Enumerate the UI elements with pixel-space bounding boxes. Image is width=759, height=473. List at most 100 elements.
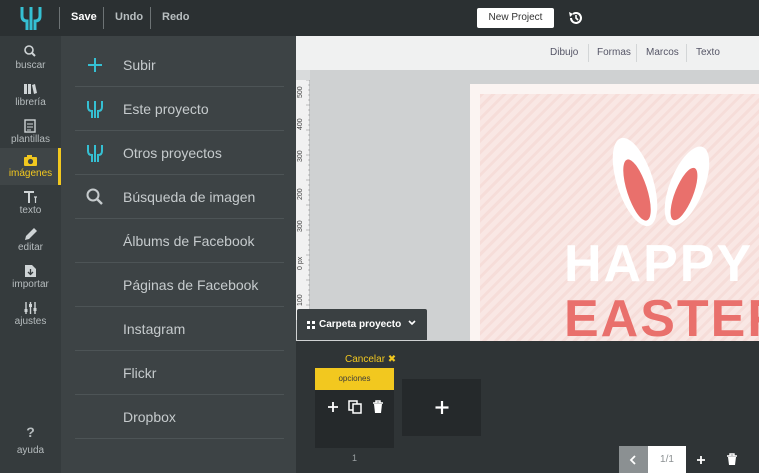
chevron-left-icon <box>629 455 636 465</box>
import-icon <box>25 265 36 277</box>
page-number: 1 <box>352 453 358 463</box>
source-label: Búsqueda de imagen <box>123 189 256 205</box>
ruler-label: 300 <box>297 150 304 162</box>
rail-label: editar <box>17 242 43 253</box>
help-icon: ? <box>26 424 35 440</box>
page-options-button[interactable]: opciones <box>315 368 394 390</box>
pencil-icon <box>25 228 37 240</box>
source-other-projects[interactable]: Otros proyectos <box>75 131 284 175</box>
text-icon <box>24 191 37 203</box>
logo-icon <box>87 101 103 118</box>
source-this-project[interactable]: Este proyecto <box>75 87 284 131</box>
page-counter: 1/1 <box>648 446 686 473</box>
easter-text[interactable]: EASTER <box>564 289 759 341</box>
rail-label: texto <box>19 205 42 216</box>
rail-item-libreria[interactable]: librería <box>0 77 61 114</box>
rail-item-imagenes[interactable]: imágenes <box>0 148 61 185</box>
folder-label: Carpeta proyecto <box>319 319 402 330</box>
rail-label: librería <box>15 97 46 108</box>
source-dropbox[interactable]: Dropbox <box>75 395 284 439</box>
source-facebook-albums[interactable]: Álbums de Facebook <box>75 219 284 263</box>
bunny-ears-graphic[interactable] <box>595 134 725 234</box>
tab-dibujo[interactable]: Dibujo <box>550 47 578 58</box>
source-image-search[interactable]: Búsqueda de imagen <box>75 175 284 219</box>
toolbar-divider <box>150 7 151 29</box>
left-rail: buscar librería plantillas imágenes text… <box>0 36 61 473</box>
rail-item-ajustes[interactable]: ajustes <box>0 296 61 333</box>
rail-label: imágenes <box>8 168 53 179</box>
rail-label: buscar <box>15 60 46 71</box>
ruler-label: 400 <box>297 118 304 130</box>
chevron-down-icon <box>408 320 416 326</box>
template-icon <box>24 119 36 133</box>
tab-divider <box>636 44 637 62</box>
tab-formas[interactable]: Formas <box>597 47 631 58</box>
tab-marcos[interactable]: Marcos <box>646 47 679 58</box>
rail-item-texto[interactable]: texto <box>0 185 61 222</box>
design-canvas[interactable]: HAPPY EASTER <box>470 84 759 341</box>
plus-icon <box>88 58 102 72</box>
grid-icon <box>307 321 315 329</box>
delete-page-button[interactable] <box>719 446 745 473</box>
tab-texto[interactable]: Texto <box>696 47 720 58</box>
ruler-label: 200 <box>297 188 304 200</box>
source-label: Dropbox <box>123 409 176 425</box>
redo-button[interactable]: Redo <box>162 11 190 23</box>
ruler-ticks <box>306 80 310 316</box>
source-label: Este proyecto <box>123 101 209 117</box>
duplicate-icon[interactable] <box>347 399 363 415</box>
undo-button[interactable]: Undo <box>115 11 143 23</box>
source-label: Otros proyectos <box>123 145 222 161</box>
trash-icon[interactable] <box>370 399 386 415</box>
top-toolbar: Save Undo Redo New Project <box>0 0 759 36</box>
tab-divider <box>686 44 687 62</box>
project-folder-dropdown[interactable]: Carpeta proyecto <box>297 309 427 340</box>
app-logo[interactable] <box>18 4 44 32</box>
canvas-area: Dibujo Formas Marcos Texto 500 400 300 2… <box>296 36 759 341</box>
image-source-panel: Subir Este proyecto Otros proyectos Búsq… <box>61 36 296 473</box>
rail-label: ayuda <box>16 445 45 456</box>
toolbar-divider <box>103 7 104 29</box>
source-label: Álbums de Facebook <box>123 233 255 249</box>
ruler-label: 0 px <box>297 256 304 270</box>
logo-icon <box>87 145 103 162</box>
rail-label: plantillas <box>11 134 50 145</box>
vertical-ruler[interactable]: 500 400 300 200 300 0 px 100 <box>296 80 310 320</box>
source-label: Instagram <box>123 321 186 337</box>
rail-item-importar[interactable]: importar <box>0 259 61 296</box>
add-page-button[interactable] <box>402 379 481 436</box>
source-instagram[interactable]: Instagram <box>75 307 284 351</box>
source-label: Flickr <box>123 365 157 381</box>
ruler-label: 100 <box>297 294 304 306</box>
rail-label: importar <box>12 279 49 290</box>
source-label: Subir <box>123 57 156 73</box>
toolbar-divider <box>59 7 60 29</box>
previous-page-button[interactable] <box>619 446 648 473</box>
ruler-label: 300 <box>297 220 304 232</box>
tab-divider <box>588 44 589 62</box>
library-icon <box>24 84 37 94</box>
history-icon[interactable] <box>567 9 585 27</box>
rail-item-editar[interactable]: editar <box>0 222 61 259</box>
add-icon[interactable] <box>325 399 341 415</box>
save-button[interactable]: Save <box>71 11 97 23</box>
sliders-icon <box>24 302 37 314</box>
trash-icon <box>727 453 737 465</box>
page-thumbnail[interactable]: opciones <box>315 368 394 448</box>
cancel-button[interactable]: Cancelar ✖ <box>345 354 396 365</box>
source-facebook-pages[interactable]: Páginas de Facebook <box>75 263 284 307</box>
camera-icon <box>24 155 37 166</box>
rail-item-buscar[interactable]: buscar <box>0 40 61 77</box>
source-flickr[interactable]: Flickr <box>75 351 284 395</box>
ruler-label: 500 <box>297 86 304 98</box>
rail-item-plantillas[interactable]: plantillas <box>0 114 61 151</box>
tool-tabs: Dibujo Formas Marcos Texto <box>296 36 759 70</box>
add-page-footer-button[interactable] <box>690 446 716 473</box>
source-label: Páginas de Facebook <box>123 277 259 293</box>
plus-icon <box>435 401 449 414</box>
source-upload[interactable]: Subir <box>75 43 284 87</box>
new-project-button[interactable]: New Project <box>477 8 554 28</box>
search-icon <box>86 188 103 205</box>
rail-item-ayuda[interactable]: ? ayuda <box>0 424 61 458</box>
happy-text[interactable]: HAPPY <box>564 234 753 294</box>
